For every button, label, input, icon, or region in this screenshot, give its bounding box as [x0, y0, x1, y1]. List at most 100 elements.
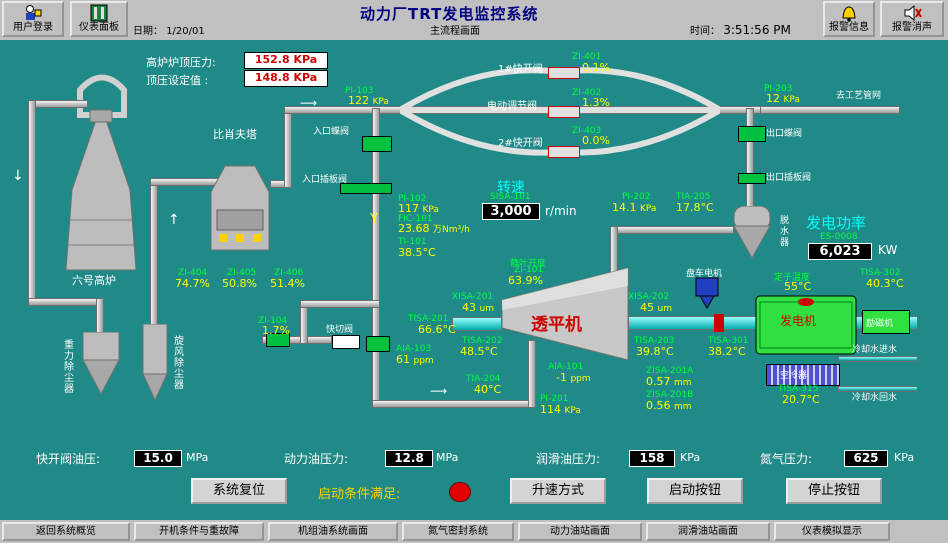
zisa201a-value: 0.57 mm [646, 375, 692, 388]
bell-icon [842, 6, 856, 22]
quick-oil-value: 15.0 [134, 450, 182, 467]
pi202-value: 14.1 KPa [612, 201, 657, 214]
dehydrator-label: 脱水器 [780, 216, 790, 248]
outlet-gate-label: 出口插板阀 [766, 173, 812, 183]
bypass2-valve[interactable] [548, 146, 580, 158]
nav-lube-oil-station[interactable]: 润滑油站画面 [646, 522, 770, 541]
start-button[interactable]: 启动按钮 [647, 478, 743, 504]
gravity-dust-collector [82, 332, 120, 396]
power-unit: KW [878, 243, 898, 257]
nav-power-oil-station[interactable]: 动力油站画面 [518, 522, 642, 541]
zisa201b-value: 0.56 mm [646, 399, 692, 412]
cooling-in-pipe [838, 356, 918, 362]
n2-pressure-value: 625 [844, 450, 888, 467]
coupling [714, 314, 724, 332]
instrument-panel-button[interactable]: 仪表面板 [70, 1, 128, 37]
outlet-gate-valve[interactable] [738, 173, 766, 184]
fic101-value[interactable]: 23.68 万Nm³/h [398, 222, 470, 235]
power-oil-value: 12.8 [385, 450, 433, 467]
cooling-out-label: 冷却水回水 [852, 393, 898, 403]
login-button[interactable]: 用户登录 [2, 1, 64, 37]
tia205-value: 17.8°C [676, 201, 714, 214]
quick-valve-label: 快切阀 [326, 325, 354, 335]
quick-cut-valve-actuator[interactable] [332, 335, 360, 349]
exciter-label: 励磁机 [866, 319, 894, 329]
pipe-segment [760, 106, 900, 114]
lube-oil-value: 158 [629, 450, 675, 467]
dehydrator [733, 206, 771, 260]
start-condition-label: 启动条件满足: [318, 487, 401, 502]
cooling-in-label: 冷却水进水 [852, 345, 898, 355]
user-login-icon [26, 5, 42, 20]
pipe-segment [284, 108, 292, 188]
pipe-segment [28, 298, 103, 306]
pipe-segment [300, 300, 380, 308]
speaker-mute-icon [904, 4, 922, 22]
power-oil-label: 动力油压力: [284, 452, 349, 466]
nav-instrument-simulation[interactable]: 仪表模拟显示 [774, 522, 890, 541]
pipe-segment [610, 226, 734, 234]
flow-arrow-up-icon: ↑ [168, 212, 180, 228]
tisa203-value: 39.8°C [636, 345, 674, 358]
bottom-navigation: 返回系统概览 开机条件与重故障 机组油系统画面 氮气密封系统 动力油站画面 润滑… [0, 520, 948, 543]
xisa202-value: 45 um [640, 301, 672, 314]
tisa315-value: 20.7°C [782, 393, 820, 406]
zi404-value: 74.7% [175, 277, 210, 290]
pipe-segment [28, 100, 88, 108]
time-display: 时间： 3:51:56 PM [690, 23, 791, 37]
outlet-butterfly-label: 出口蝶阀 [766, 129, 803, 139]
top-pressure-label: 高炉炉顶压力: [146, 56, 216, 69]
turning-motor [695, 277, 719, 309]
tisa202-value: 48.5°C [460, 345, 498, 358]
quick-oil-label: 快开阀油压: [36, 452, 101, 466]
zi104-value: 1.7% [262, 324, 290, 337]
nav-oil-system[interactable]: 机组油系统画面 [268, 522, 398, 541]
power-value: 6,023 [808, 243, 872, 260]
stator-value: 55°C [784, 280, 812, 293]
instrument-panel-icon [90, 4, 108, 22]
tisa201-value: 66.6°C [418, 323, 456, 336]
pipe-segment [28, 100, 36, 305]
bypass1-label: 1#快开阀 [498, 64, 543, 75]
tisa302-value: 40.3°C [866, 277, 904, 290]
pressure-setpoint-value[interactable]: 148.8 KPa [244, 70, 328, 87]
bypass-reg-label: 电动调节阀 [487, 101, 537, 112]
top-toolbar: 用户登录 仪表面板 动力厂TRT发电监控系统 日期： 1/20/01 主流程画面… [0, 0, 948, 41]
app-title: 动力厂TRT发电监控系统 [360, 5, 539, 23]
nav-system-overview[interactable]: 返回系统概览 [2, 522, 130, 541]
pi203-value: 12 KPa [766, 92, 800, 105]
nav-nitrogen-seal[interactable]: 氮气密封系统 [402, 522, 514, 541]
inlet-butterfly-label: 入口蝶阀 [313, 127, 350, 137]
gravity-dust-label: 重力除尘器 [64, 340, 74, 395]
zi403-value: 0.0% [582, 134, 610, 147]
pipe-segment [150, 185, 158, 335]
turbine-label: 透平机 [531, 315, 582, 335]
alarm-info-button[interactable]: 报警信息 [823, 1, 875, 37]
speed-unit: r/min [545, 204, 577, 218]
bypass-reg-valve[interactable] [548, 106, 580, 118]
inlet-butterfly-valve[interactable] [362, 136, 392, 152]
flow-arrow-right-icon: ⟶ [300, 96, 318, 110]
sisa101-tag: SISA-101 [490, 192, 531, 202]
bypass1-valve[interactable] [548, 67, 580, 79]
quick-oil-unit: MPa [186, 451, 209, 464]
stop-button[interactable]: 停止按钮 [786, 478, 882, 504]
pressure-setpoint-label: 顶压设定值 : [146, 74, 209, 87]
power-tag: ES-0008 [820, 232, 858, 242]
zi406-value: 51.4% [270, 277, 305, 290]
aia103-value: 61 ppm [396, 353, 434, 366]
outlet-butterfly-valve[interactable] [738, 126, 766, 142]
tia204-value: 40°C [474, 383, 502, 396]
process-diagram: 高炉炉顶压力: 152.8 KPa 顶压设定值 : 148.8 KPa 六号高炉… [0, 40, 948, 520]
screen-name: 主流程画面 [430, 26, 480, 37]
inlet-gate-valve[interactable] [340, 183, 392, 194]
quick-cut-valve[interactable] [366, 336, 390, 352]
aia101-value: -1 ppm [556, 371, 591, 384]
flow-arrow-down-icon: ↓ [12, 168, 24, 184]
nav-startup-conditions[interactable]: 开机条件与重故障 [134, 522, 264, 541]
system-reset-button[interactable]: 系统复位 [191, 478, 287, 504]
alarm-silence-button[interactable]: 报警消声 [880, 1, 944, 37]
generator-label: 发电机 [780, 314, 817, 328]
speed-mode-button[interactable]: 升速方式 [510, 478, 606, 504]
zi401-value: 0.1% [582, 61, 610, 74]
